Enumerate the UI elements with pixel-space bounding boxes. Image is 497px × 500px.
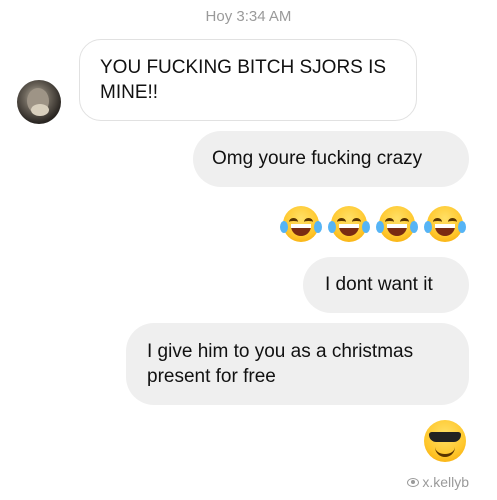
avatar-hand <box>31 104 49 116</box>
sunglasses-emoji-icon[interactable] <box>424 420 466 462</box>
seen-by-username: x.kellyb <box>422 474 469 490</box>
message-bubble-sent[interactable]: I give him to you as a christmas present… <box>126 323 469 405</box>
message-text: Omg youre fucking crazy <box>212 148 423 169</box>
tears-of-joy-icon <box>328 206 370 242</box>
tears-of-joy-icon <box>376 206 418 242</box>
message-bubble-received[interactable]: YOU FUCKING BITCH SJORS IS MINE!! <box>79 39 417 121</box>
message-bubble-sent[interactable]: I dont want it <box>303 257 469 313</box>
avatar[interactable] <box>17 80 61 124</box>
tears-of-joy-icon <box>280 206 322 242</box>
message-bubble-sent[interactable]: Omg youre fucking crazy <box>193 131 469 187</box>
tears-of-joy-icon <box>424 206 466 242</box>
timestamp: Hoy 3:34 AM <box>205 8 292 25</box>
eye-icon <box>407 478 420 487</box>
message-text: I give him to you as a christmas present… <box>147 341 414 387</box>
message-text: YOU FUCKING BITCH SJORS IS MINE!! <box>100 57 387 103</box>
seen-indicator: x.kellyb <box>407 474 469 490</box>
message-text: I dont want it <box>325 274 433 295</box>
